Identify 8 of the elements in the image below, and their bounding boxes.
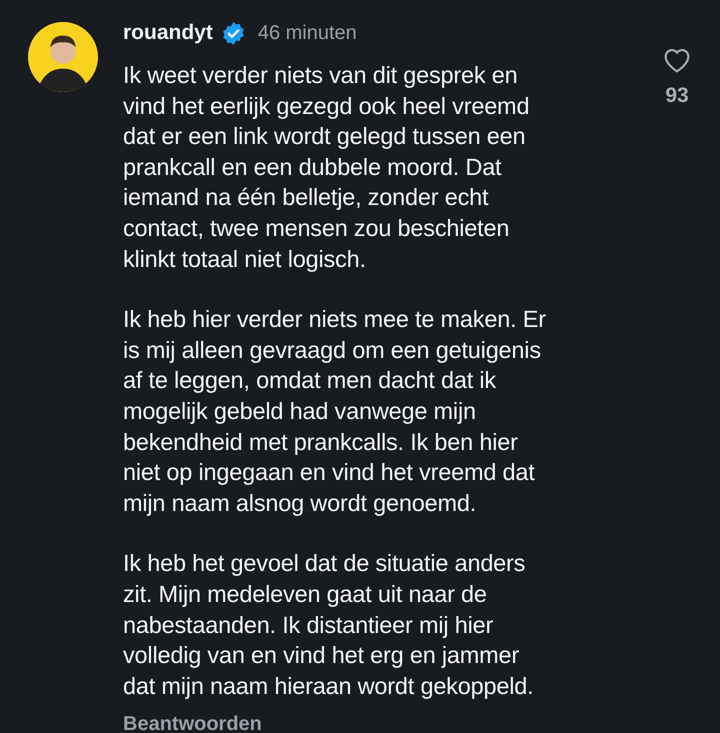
like-count: 93: [665, 84, 689, 108]
comment-paragraph: Ik heb hier verder niets mee te maken. Er is mij alleen gevraagd om een getuigenis af te leggen, omdat men dacht dat ik mogelijk gebeld had vanwege mijn bekendheid met prankcalls. Ik ben hier niet op ingegaan en vind het vreemd dat mijn naam alsnog wordt genoemd.: [123, 305, 547, 518]
avatar-icon[interactable]: [28, 22, 98, 92]
reply-button[interactable]: Beantwoorden: [123, 713, 262, 733]
comment-paragraph: Ik heb het gevoel dat de situatie anders zit. Mijn medeleven gaat uit naar de nabestaanden. Ik distantieer mij hier volledig van en vind het erg en jammer dat mijn naam hieraan wordt gekoppeld.: [123, 549, 534, 701]
timestamp: 46 minuten: [258, 22, 357, 44]
username[interactable]: rouandyt: [123, 21, 213, 45]
comment-paragraph: Ik weet verder niets van dit gesprek en vind het eerlijk gezegd ook heel vreemd dat er een link wordt gelegd tussen een prankcall en een dubbele moord. Dat iemand na één belletje, zonder echt contact, twee mensen zou beschieten klinkt totaal niet logisch.: [123, 61, 530, 274]
